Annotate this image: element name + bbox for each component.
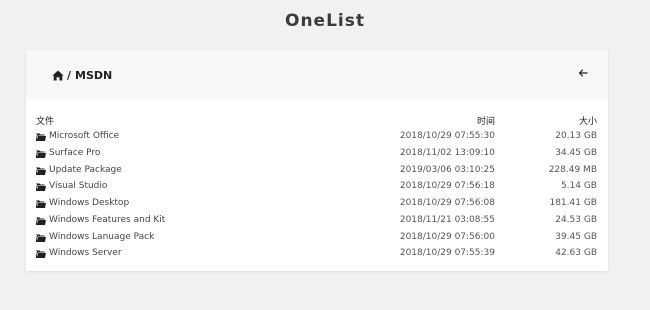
- folder-icon: [36, 250, 46, 259]
- file-list-card: / MSDN 文件 时间 大小 Microsoft Office 2018/10…: [26, 50, 608, 271]
- table-header: 文件 时间 大小: [36, 114, 598, 128]
- column-header-name[interactable]: 文件: [36, 114, 54, 127]
- file-time: 2018/11/21 03:08:55: [399, 214, 495, 225]
- folder-icon: [36, 217, 46, 225]
- folder-icon: [36, 183, 46, 192]
- file-size: 181.41 GB: [549, 198, 597, 208]
- file-size: 39.45 GB: [555, 231, 597, 242]
- arrow-left-icon[interactable]: [576, 66, 590, 80]
- folder-icon: [36, 200, 46, 208]
- breadcrumb: / MSDN: [52, 67, 112, 83]
- file-time: 2018/10/29 07:56:08: [399, 198, 495, 208]
- folder-icon: [36, 133, 46, 141]
- table-row[interactable]: Microsoft Office 2018/10/29 07:55:30 20.…: [36, 129, 598, 146]
- table-row[interactable]: Windows Lanuage Pack 2018/10/29 07:56:00…: [36, 230, 598, 247]
- folder-icon: [36, 150, 46, 158]
- file-time: 2018/10/29 07:56:18: [399, 181, 495, 192]
- table-row[interactable]: Windows Desktop 2018/10/29 07:56:08 181.…: [36, 196, 598, 213]
- table-row[interactable]: Surface Pro 2018/11/02 13:09:10 34.45 GB: [36, 146, 598, 163]
- home-icon[interactable]: [52, 70, 64, 81]
- folder-icon: [36, 234, 46, 242]
- file-size: 228.49 MB: [548, 164, 597, 175]
- file-time: 2018/10/29 07:55:39: [399, 248, 495, 259]
- file-time: 2019/03/06 03:10:25: [399, 164, 495, 175]
- file-name[interactable]: Visual Studio: [49, 181, 107, 191]
- file-size: 42.63 GB: [555, 248, 597, 259]
- file-name[interactable]: Update Package: [49, 165, 122, 175]
- table-row[interactable]: Windows Server 2018/10/29 07:55:39 42.63…: [36, 246, 598, 263]
- file-time: 2018/11/02 13:09:10: [399, 147, 495, 158]
- file-name[interactable]: Microsoft Office: [49, 131, 119, 141]
- column-header-time[interactable]: 时间: [477, 114, 495, 127]
- file-name[interactable]: Surface Pro: [49, 148, 100, 158]
- file-size: 34.45 GB: [555, 147, 597, 158]
- file-time: 2018/10/29 07:56:00: [399, 231, 495, 242]
- file-name[interactable]: Windows Lanuage Pack: [49, 232, 154, 242]
- file-size: 24.53 GB: [555, 214, 597, 225]
- file-name[interactable]: Windows Server: [49, 248, 122, 258]
- file-time: 2018/10/29 07:55:30: [399, 131, 495, 141]
- file-name[interactable]: Windows Features and Kit: [49, 215, 165, 225]
- app-title: OneList: [285, 11, 365, 31]
- file-list: Microsoft Office 2018/10/29 07:55:30 20.…: [36, 129, 598, 263]
- card-header: / MSDN: [26, 50, 608, 99]
- table-row[interactable]: Update Package 2019/03/06 03:10:25 228.4…: [36, 163, 598, 180]
- table-row[interactable]: Windows Features and Kit 2018/11/21 03:0…: [36, 213, 598, 230]
- breadcrumb-current[interactable]: MSDN: [75, 69, 112, 82]
- folder-icon: [36, 167, 46, 175]
- table-row[interactable]: Visual Studio 2018/10/29 07:56:18 5.14 G…: [36, 179, 598, 196]
- file-name[interactable]: Windows Desktop: [49, 198, 129, 208]
- breadcrumb-separator: /: [67, 68, 72, 82]
- file-size: 20.13 GB: [555, 131, 597, 141]
- file-size: 5.14 GB: [560, 181, 597, 192]
- column-header-size[interactable]: 大小: [579, 114, 597, 127]
